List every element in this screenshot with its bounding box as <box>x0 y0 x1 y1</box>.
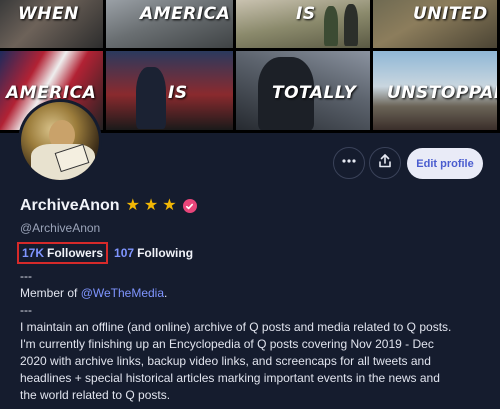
banner-word: IS <box>168 83 188 103</box>
bio-text-line: 2020 with archive links, backup video li… <box>20 354 431 368</box>
star-icon: ★ <box>143 197 159 214</box>
followers-count: 17K <box>22 246 45 260</box>
banner-tile: IS <box>106 51 236 133</box>
bio-text-line: the world related to Q posts. <box>20 388 171 402</box>
share-button[interactable] <box>369 147 401 179</box>
banner-tile: AMERICA <box>106 0 236 51</box>
member-suffix: . <box>164 286 168 300</box>
user-handle: @ArchiveAnon <box>20 221 101 235</box>
bio-text-line: I maintain an offline (and online) archi… <box>20 320 452 334</box>
more-options-button[interactable] <box>333 147 365 179</box>
banner-word: IS <box>296 4 316 24</box>
star-icon: ★ <box>125 197 140 214</box>
avatar[interactable] <box>18 99 102 183</box>
edit-profile-button[interactable]: Edit profile <box>407 148 483 179</box>
bio-member-line: Member of @WeTheMedia. <box>20 285 490 302</box>
banner-word: AMERICA <box>140 4 231 24</box>
following-label: Following <box>137 246 194 260</box>
banner-word: UNSTOPPABLE <box>387 83 497 103</box>
bio-text-line: headlines + special historical articles … <box>20 371 440 385</box>
profile-bio: --- Member of @WeTheMedia. --- I maintai… <box>20 268 490 404</box>
banner-tile: WHEN <box>0 0 106 51</box>
banner-tile: IS <box>236 0 373 51</box>
display-name: ArchiveAnon <box>20 197 120 214</box>
follow-stats: 17K Followers 107 Following <box>17 242 193 264</box>
following-link[interactable]: 107 Following <box>114 246 193 260</box>
banner-word: UNITED <box>413 4 488 24</box>
bio-separator: --- <box>20 303 32 317</box>
mention-link[interactable]: @WeTheMedia <box>81 286 164 300</box>
banner-tile: TOTALLY <box>236 51 373 133</box>
followers-label: Followers <box>47 246 104 260</box>
member-prefix: Member of <box>20 286 81 300</box>
banner-word: WHEN <box>18 4 79 24</box>
banner-word: TOTALLY <box>272 83 357 103</box>
followers-link[interactable]: 17K Followers <box>17 242 109 264</box>
star-icon: ★ <box>162 197 177 214</box>
verified-badge-icon <box>182 199 197 213</box>
banner-tile: UNITED <box>373 0 500 51</box>
bio-text-line: I'm currently finishing up an Encycloped… <box>20 337 434 351</box>
banner-tile: UNSTOPPABLE <box>373 51 500 133</box>
bio-separator: --- <box>20 269 32 283</box>
following-count: 107 <box>114 246 135 260</box>
share-upload-icon <box>377 153 393 174</box>
more-horizontal-icon <box>341 153 357 174</box>
name-row: ArchiveAnon ★ ★ ★ <box>20 197 197 215</box>
